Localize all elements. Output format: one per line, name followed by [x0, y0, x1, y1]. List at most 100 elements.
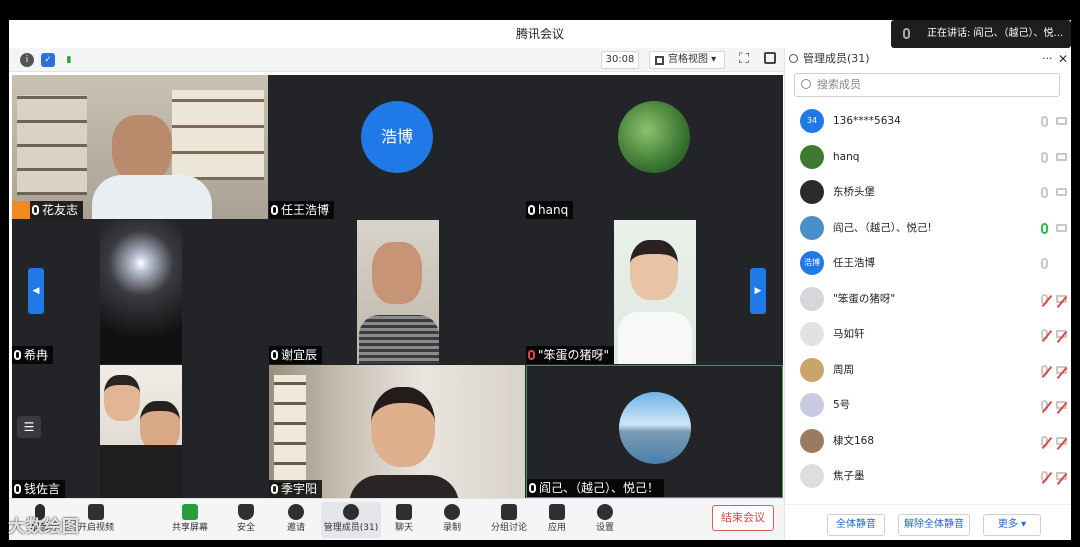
member-row[interactable]: 马如轩 — [785, 317, 1071, 351]
video-tile[interactable]: 谢宜辰 — [269, 220, 525, 364]
video-tile[interactable]: ▶ "笨蛋の猪呀" — [526, 220, 783, 364]
chat-button[interactable]: 聊天 — [379, 502, 429, 538]
security-button[interactable]: 安全 — [221, 502, 271, 538]
video-tile[interactable]: ☰ 钱佐言 — [12, 365, 268, 498]
member-row[interactable]: 周周 — [785, 353, 1071, 387]
video-tile-active-speaker[interactable]: 阎己、（越己）、悦己！ — [526, 365, 783, 498]
camera-icon[interactable] — [1056, 152, 1067, 161]
apps-button[interactable]: 应用 — [532, 502, 582, 538]
mic-muted-icon[interactable] — [1041, 293, 1048, 305]
sidebar-toggle-icon[interactable] — [764, 52, 776, 64]
mute-all-button[interactable]: 全体静音 — [827, 514, 885, 536]
person-face — [372, 242, 422, 304]
shield-icon[interactable]: ✓ — [41, 53, 55, 67]
record-icon — [444, 504, 460, 520]
member-row[interactable]: 棣文168 — [785, 424, 1071, 458]
member-row[interactable]: 阎己、（越己）、悦己! — [785, 211, 1071, 245]
mic-muted-icon[interactable] — [1041, 435, 1048, 447]
participant-name: 谢宜辰 — [281, 348, 318, 362]
member-row[interactable]: hanq — [785, 140, 1071, 174]
person-face — [371, 387, 435, 467]
camera-icon[interactable] — [1056, 401, 1067, 409]
invite-button[interactable]: 邀请 — [271, 502, 321, 538]
prev-page-button[interactable]: ◀ — [28, 268, 44, 314]
settings-button[interactable]: 设置 — [580, 502, 630, 538]
member-row[interactable]: 东桥头堡 — [785, 175, 1071, 209]
mic-icon — [529, 483, 536, 493]
mic-icon[interactable] — [1041, 187, 1048, 198]
avatar — [619, 392, 691, 464]
bookshelf — [17, 95, 87, 195]
manage-members-button[interactable]: 管理成员(31) — [321, 502, 381, 538]
screen-frame: 腾讯会议 i ✓ ▮ 30:08 宫格视图 ▾ ⛶ 花友志 浩博 任王浩博 ha… — [0, 0, 1080, 547]
host-icon — [12, 201, 30, 219]
mic-muted-icon[interactable] — [1041, 329, 1048, 340]
mic-icon — [271, 350, 278, 360]
tile-name: 任王浩博 — [269, 201, 335, 219]
mic-icon[interactable] — [1041, 258, 1048, 269]
fullscreen-icon[interactable]: ⛶ — [737, 52, 751, 66]
video-tile[interactable]: 花友志 — [12, 75, 268, 219]
member-row[interactable]: "笨蛋の猪呀" — [785, 282, 1071, 316]
member-name: 东桥头堡 — [833, 186, 875, 198]
info-icon[interactable]: i — [20, 53, 34, 67]
end-meeting-button[interactable]: 结束会议 — [712, 505, 774, 531]
avatar: 浩博 — [800, 251, 824, 275]
video-tile[interactable]: 季宇阳 — [269, 365, 525, 498]
next-page-button[interactable]: ▶ — [750, 268, 766, 314]
participant-name: hanq — [538, 203, 569, 217]
mic-icon[interactable] — [1041, 222, 1048, 234]
bookshelf — [274, 375, 306, 485]
record-button[interactable]: 录制 — [427, 502, 477, 538]
person-shirt — [100, 445, 182, 498]
view-mode-dropdown[interactable]: 宫格视图 ▾ — [649, 51, 725, 69]
member-row[interactable]: 34 136****5634 — [785, 104, 1071, 138]
tile-name: 花友志 — [30, 201, 84, 219]
video-tile[interactable]: 浩博 任王浩博 — [269, 75, 525, 219]
camera-icon[interactable] — [1056, 436, 1067, 445]
search-icon — [801, 79, 811, 89]
camera-icon[interactable] — [1056, 117, 1067, 125]
person-shirt — [618, 312, 692, 364]
unmute-all-button[interactable]: 解除全体静音 — [898, 514, 970, 536]
mic-muted-icon[interactable] — [1041, 364, 1048, 376]
mic-muted-icon[interactable] — [1041, 400, 1048, 411]
share-screen-button[interactable]: 共享屏幕 — [165, 502, 215, 538]
members-panel-footer: 全体静音 解除全体静音 更多 ▾ — [785, 504, 1071, 540]
camera-icon[interactable] — [1056, 188, 1067, 196]
video-tile[interactable]: ◀ 希冉 — [12, 220, 268, 364]
camera-icon[interactable] — [1056, 365, 1067, 374]
breakout-button[interactable]: 分组讨论 — [484, 502, 534, 538]
camera-icon[interactable] — [1056, 294, 1067, 303]
close-icon[interactable]: ✕ — [1058, 48, 1068, 70]
more-icon[interactable]: ··· — [1042, 48, 1053, 70]
video-tile[interactable]: hanq — [526, 75, 783, 219]
record-label: 录制 — [442, 523, 461, 533]
apps-label: 应用 — [547, 523, 566, 533]
mic-icon[interactable] — [1041, 116, 1048, 127]
member-name: 周周 — [833, 363, 854, 376]
participant-name: 钱佐言 — [24, 482, 61, 496]
member-name: 5号 — [833, 399, 851, 411]
camera-icon[interactable] — [1056, 472, 1067, 480]
breakout-icon — [501, 504, 517, 520]
share-screen-icon — [182, 504, 198, 520]
grid-view-icon — [655, 56, 664, 65]
signal-icon[interactable]: ▮ — [62, 53, 76, 67]
search-input[interactable]: 搜索成员 — [794, 73, 1060, 97]
mic-icon — [271, 205, 278, 215]
member-row[interactable]: 浩博 任王浩博 — [785, 246, 1071, 280]
avatar: 浩博 — [361, 101, 433, 173]
chat-icon — [396, 504, 412, 520]
camera-icon[interactable] — [1056, 330, 1067, 338]
avatar — [800, 393, 824, 417]
mic-icon[interactable] — [1041, 151, 1048, 163]
mic-icon — [271, 484, 278, 494]
list-icon[interactable]: ☰ — [17, 416, 41, 438]
camera-icon[interactable] — [1056, 223, 1067, 232]
member-row[interactable]: 5号 — [785, 388, 1071, 422]
member-name: 136****5634 — [833, 115, 901, 127]
mic-muted-icon[interactable] — [1041, 471, 1048, 482]
member-row[interactable]: 焦子墨 — [785, 459, 1071, 493]
more-button[interactable]: 更多 ▾ — [983, 514, 1041, 536]
